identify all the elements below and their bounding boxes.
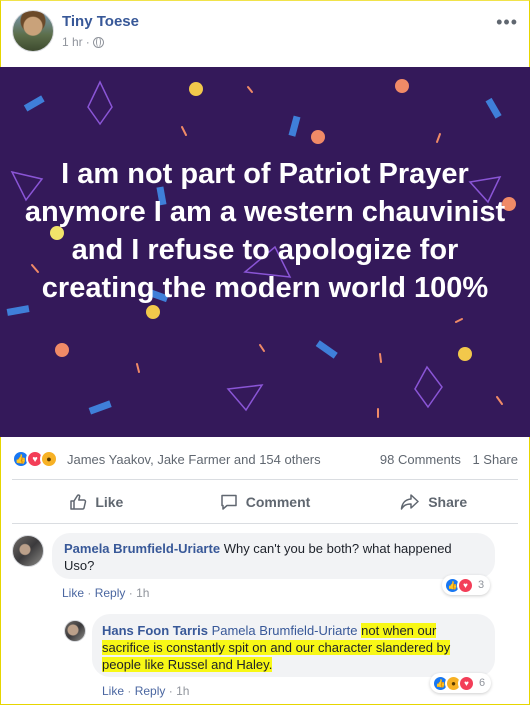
decor-bar: [315, 340, 338, 359]
thumbs-up-icon: [70, 494, 87, 510]
comment-icon: [220, 494, 237, 510]
reaction-count: 3: [478, 579, 485, 591]
commenter-avatar[interactable]: [64, 620, 86, 642]
reaction-summary: 👍 ♥ ● James Yaakov, Jake Farmer and 154 …: [12, 449, 518, 469]
decor-triangle: [226, 384, 264, 412]
separator: ·: [127, 684, 135, 698]
mention-link[interactable]: Pamela Brumfield-Uriarte: [212, 623, 358, 638]
commenter-name[interactable]: Hans Foon Tarris: [102, 623, 208, 638]
decor-dash: [455, 318, 463, 323]
comment-bubble: Hans Foon Tarris Pamela Brumfield-Uriart…: [92, 614, 495, 677]
share-label: Share: [428, 494, 468, 510]
commenter-name[interactable]: Pamela Brumfield-Uriarte: [64, 541, 220, 556]
banner-text: I am not part of Patriot Prayer anymore …: [24, 158, 506, 304]
globe-icon[interactable]: [92, 36, 104, 48]
comments-count[interactable]: 98 Comments: [380, 452, 461, 467]
comment-actions: Like · Reply · 1h: [102, 684, 189, 698]
post-banner: I am not part of Patriot Prayer anymore …: [0, 67, 530, 437]
decor-dot: [395, 79, 409, 93]
comment-reactions[interactable]: 👍 ♥ 3: [442, 575, 491, 595]
divider: [12, 479, 518, 480]
post-header: Tiny Toese 1 hr · •••: [12, 10, 518, 56]
decor-dash: [259, 344, 265, 352]
comment-time[interactable]: 1h: [136, 586, 149, 600]
more-options-icon[interactable]: •••: [496, 12, 518, 33]
decor-dot: [458, 347, 472, 361]
share-button[interactable]: Share: [349, 484, 518, 520]
comment-reply-link[interactable]: Reply: [135, 684, 166, 698]
engagement-counts: 98 Comments 1 Share: [372, 452, 518, 467]
wow-icon: ●: [40, 450, 58, 468]
decor-bar: [485, 97, 502, 119]
separator: ·: [168, 684, 177, 698]
decor-dot: [189, 82, 203, 96]
reaction-count: 6: [479, 677, 486, 689]
comment-reactions[interactable]: 👍 ● ♥ 6: [430, 673, 492, 693]
comment-button[interactable]: Comment: [181, 484, 350, 520]
like-button[interactable]: Like: [12, 484, 181, 520]
decor-dot: [311, 130, 325, 144]
decor-bar: [23, 95, 45, 112]
reaction-icons[interactable]: 👍 ♥ ●: [12, 450, 58, 468]
separator: ·: [87, 586, 95, 600]
comment: Pamela Brumfield-Uriarte Why can't you b…: [12, 533, 518, 605]
likers-text[interactable]: James Yaakov, Jake Farmer and 154 others: [67, 452, 321, 467]
post-meta: 1 hr ·: [62, 35, 104, 49]
comment-like-link[interactable]: Like: [62, 586, 84, 600]
comment-time[interactable]: 1h: [176, 684, 189, 698]
comment-bubble: Pamela Brumfield-Uriarte Why can't you b…: [52, 533, 495, 579]
reply-comment: Hans Foon Tarris Pamela Brumfield-Uriart…: [62, 614, 518, 700]
like-label: Like: [95, 494, 124, 510]
decor-dash: [496, 396, 503, 405]
love-icon: ♥: [457, 576, 474, 594]
comment-like-link[interactable]: Like: [102, 684, 124, 698]
decor-dash: [247, 86, 253, 93]
commenter-avatar[interactable]: [12, 535, 44, 567]
decor-dash: [436, 133, 441, 143]
comment-actions: Like · Reply · 1h: [62, 586, 149, 600]
post-time[interactable]: 1 hr: [62, 35, 83, 49]
decor-dot: [55, 343, 69, 357]
decor-diamond: [87, 80, 113, 126]
author-name[interactable]: Tiny Toese: [62, 13, 139, 30]
action-bar: Like Comment Share: [12, 484, 518, 520]
love-icon: ♥: [458, 674, 475, 692]
comment-reply-link[interactable]: Reply: [95, 586, 126, 600]
meta-separator: ·: [85, 35, 90, 49]
separator: ·: [128, 586, 137, 600]
decor-bar: [88, 400, 112, 415]
decor-diamond: [414, 365, 443, 409]
author-avatar[interactable]: [12, 10, 54, 52]
decor-dash: [181, 126, 187, 136]
comment-label: Comment: [245, 494, 311, 510]
decor-bar: [288, 115, 301, 137]
share-icon: [400, 494, 419, 510]
divider: [12, 523, 518, 524]
shares-count[interactable]: 1 Share: [472, 452, 518, 467]
decor-dash: [136, 363, 140, 373]
decor-dot: [146, 305, 160, 319]
decor-dash: [379, 353, 382, 363]
